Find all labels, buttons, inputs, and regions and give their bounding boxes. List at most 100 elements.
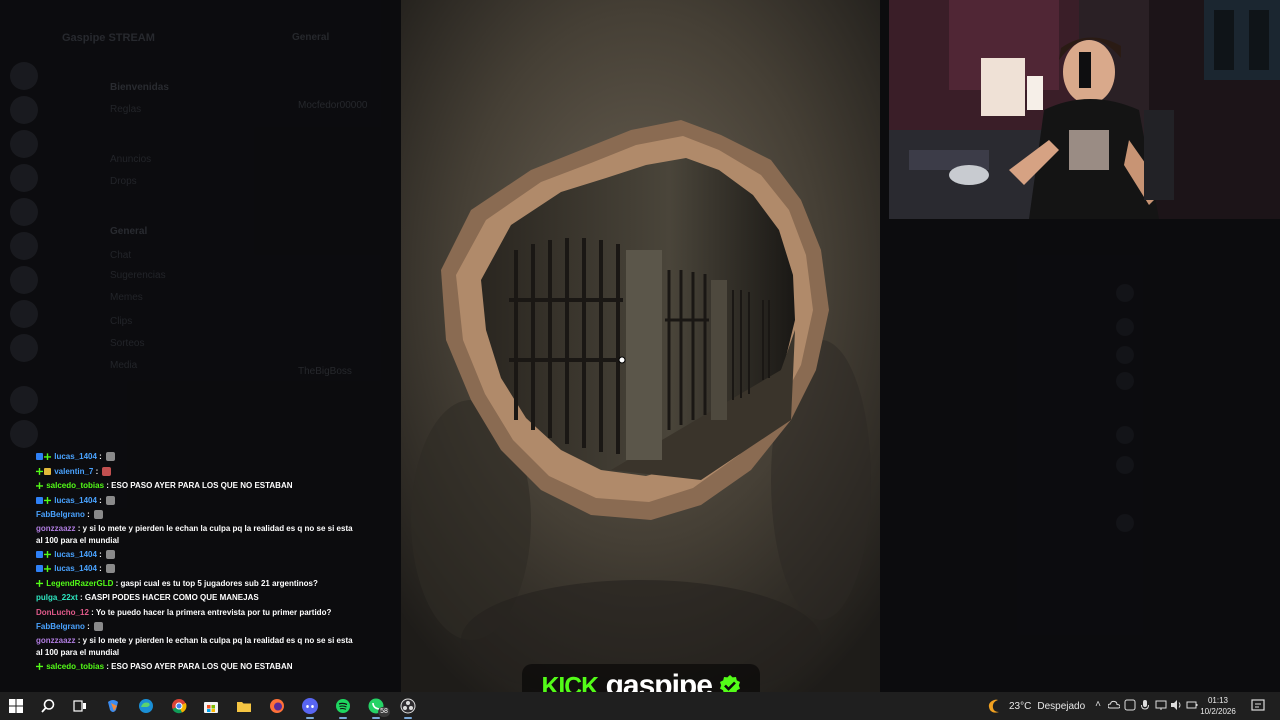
chat-username[interactable]: salcedo_tobias (46, 662, 104, 671)
plus-badge-icon (36, 579, 43, 587)
chat-username[interactable]: gonzzaazz (36, 636, 76, 645)
chat-username[interactable]: gonzzaazz (36, 524, 76, 533)
message-author[interactable]: TheBigBoss (298, 366, 352, 377)
member-avatar[interactable] (1116, 346, 1134, 364)
notification-icon[interactable] (1250, 698, 1266, 714)
chevron-up-icon[interactable]: ˄ (1092, 699, 1104, 711)
chat-emote-icon (106, 495, 116, 505)
chat-username[interactable]: lucas_1404 (54, 550, 97, 559)
channel-item[interactable]: Reglas (110, 104, 141, 115)
subscriber-badge-icon (36, 496, 43, 504)
member-avatar[interactable] (1116, 318, 1134, 336)
member-avatar[interactable] (1116, 514, 1134, 532)
copilot-icon[interactable] (103, 696, 123, 716)
server-icon[interactable] (10, 420, 38, 448)
server-icon[interactable] (10, 232, 38, 260)
chat-username[interactable]: FabBelgrano (36, 510, 85, 519)
spotify-icon[interactable] (333, 696, 353, 719)
category-general[interactable]: General (110, 226, 147, 237)
microsoft-store-icon[interactable] (201, 696, 221, 716)
chat-message: FabBelgrano : (36, 620, 356, 635)
member-avatar[interactable] (1116, 426, 1134, 444)
desktop: Gaspipe STREAM Bienvenidas Reglas Anunci… (0, 0, 1280, 720)
channel-item[interactable]: Anuncios (110, 154, 151, 165)
system-clock[interactable]: 01:13 10/2/2026 (1196, 695, 1240, 717)
plus-badge-icon (44, 550, 51, 558)
member-avatar[interactable] (1116, 456, 1134, 474)
plus-badge-icon (36, 467, 43, 475)
chat-message: LegendRazerGLD : gaspi cual es tu top 5 … (36, 577, 356, 592)
chat-username[interactable]: FabBelgrano (36, 622, 85, 631)
webcam-feed (889, 0, 1280, 219)
member-avatar[interactable] (1116, 372, 1134, 390)
chat-message: gonzzaazz : y si lo mete y pierden le ec… (36, 523, 353, 545)
server-icon[interactable] (10, 130, 38, 158)
chat-emote-icon (94, 622, 104, 632)
chrome-icon[interactable] (169, 696, 189, 716)
channel-item[interactable]: Media (110, 360, 137, 371)
server-icon[interactable] (10, 62, 38, 90)
channel-item[interactable]: Chat (110, 250, 131, 261)
chat-username[interactable]: DonLucho_12 (36, 608, 89, 617)
chat-username[interactable]: lucas_1404 (54, 452, 97, 461)
app-tray-icon[interactable] (1124, 699, 1136, 711)
channel-item[interactable]: Sugerencias (110, 270, 166, 281)
channel-item[interactable]: Drops (110, 176, 137, 187)
subscriber-badge-icon (36, 550, 43, 558)
chat-username[interactable]: valentin_7 (54, 467, 93, 476)
chat-message: pulga_22xt : GASPI PODES HACER COMO QUE … (36, 593, 259, 602)
windows-start-icon[interactable] (6, 696, 26, 716)
chat-username[interactable]: lucas_1404 (54, 564, 97, 573)
chat-username[interactable]: lucas_1404 (54, 496, 97, 505)
server-icon[interactable] (10, 164, 38, 192)
plus-badge-icon (44, 496, 51, 504)
discord-icon[interactable] (300, 696, 320, 719)
chat-username[interactable]: LegendRazerGLD (46, 579, 113, 588)
weather-widget[interactable]: 23°C Despejado (987, 698, 1085, 714)
search-icon[interactable] (38, 696, 58, 716)
clock-date: 10/2/2026 (1200, 707, 1236, 716)
task-view-icon[interactable] (70, 696, 90, 716)
chat-message: DonLucho_12 : Yo te puedo hacer la prime… (36, 607, 332, 617)
chat-username[interactable]: pulga_22xt (36, 593, 78, 602)
firefox-icon[interactable] (267, 696, 287, 716)
server-icon[interactable] (10, 334, 38, 362)
chat-emote-icon (94, 510, 104, 520)
channel-item[interactable]: Clips (110, 316, 132, 327)
server-icon[interactable] (10, 266, 38, 294)
chat-text: Yo te puedo hacer la primera entrevista … (95, 607, 332, 617)
chat-username[interactable]: salcedo_tobias (46, 481, 104, 490)
channel-item[interactable]: Memes (110, 292, 143, 303)
network-icon[interactable] (1155, 699, 1167, 711)
server-icon[interactable] (10, 300, 38, 328)
chat-message: salcedo_tobias : ESO PASO AYER PARA LOS … (36, 660, 356, 675)
chat-text: y si lo mete y pierden le echan la culpa… (36, 523, 353, 545)
server-icon[interactable] (10, 386, 38, 414)
edge-icon[interactable] (136, 696, 156, 716)
chat-message: FabBelgrano : (36, 508, 356, 523)
server-name[interactable]: Gaspipe STREAM (62, 32, 155, 44)
server-icon[interactable] (10, 96, 38, 124)
chat-message: gonzzaazz : y si lo mete y pierden le ec… (36, 635, 353, 657)
onedrive-icon[interactable] (1107, 699, 1121, 711)
plus-badge-icon (44, 565, 51, 573)
clock-time: 01:13 (1207, 696, 1229, 705)
whatsapp-unread-badge: 58 (378, 707, 390, 717)
chat-message: lucas_1404 : (36, 562, 356, 577)
plus-badge-icon (36, 662, 43, 670)
file-explorer-icon[interactable] (234, 696, 254, 716)
wall-hole-illustration (401, 0, 880, 692)
server-icon[interactable] (10, 198, 38, 226)
stream-scene-image (401, 0, 880, 692)
member-avatar[interactable] (1116, 284, 1134, 302)
microphone-icon[interactable] (1139, 699, 1151, 711)
weather-icon (988, 699, 999, 713)
volume-icon[interactable] (1170, 699, 1182, 711)
subscriber-badge-icon (36, 453, 43, 461)
plus-badge-icon (36, 482, 43, 490)
gift-badge-icon (44, 467, 51, 475)
channel-item[interactable]: Sorteos (110, 338, 144, 349)
obs-icon[interactable] (398, 696, 418, 719)
category-bienvenidas[interactable]: Bienvenidas (110, 82, 169, 93)
message-author[interactable]: Mocfedor00000 (298, 100, 368, 111)
